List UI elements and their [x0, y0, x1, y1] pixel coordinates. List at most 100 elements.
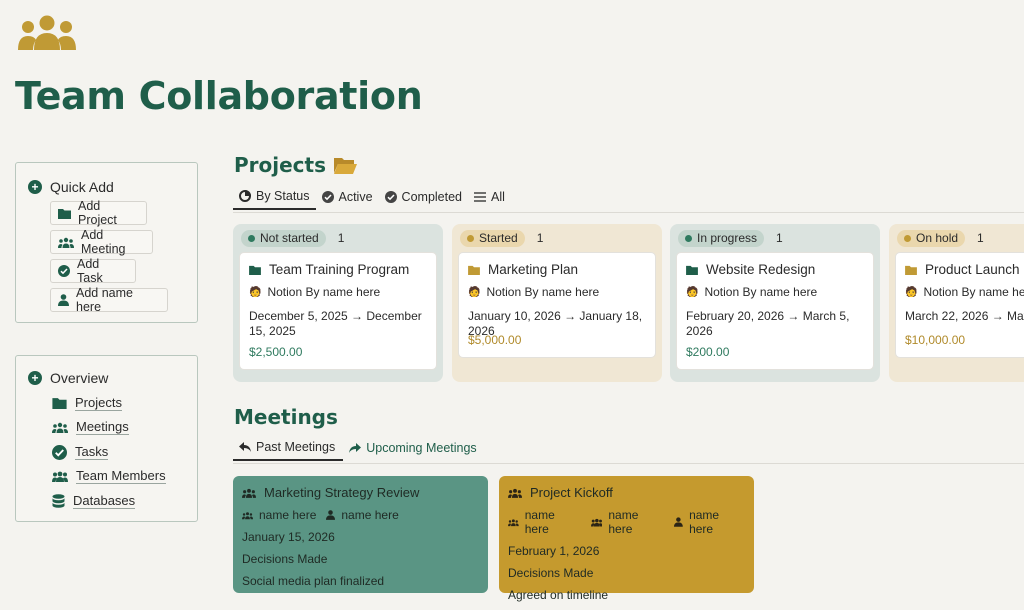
project-budget: $200.00: [686, 345, 730, 359]
overview-item-label: Meetings: [76, 419, 129, 435]
overview-item-label: Projects: [75, 395, 122, 411]
project-owner: Notion By name here: [486, 285, 600, 299]
attendee-name: name here: [259, 508, 317, 522]
check-circle-icon: [52, 444, 67, 460]
board-column-not-started: Not started 1 Team Training Program 🧑 Not…: [233, 224, 443, 382]
notion-avatar-icon: 🧑: [686, 286, 699, 298]
meetings-title: Meetings: [234, 405, 338, 429]
people-icon: [508, 488, 522, 498]
tab-label: Past Meetings: [256, 440, 336, 454]
add-name-button[interactable]: Add name here: [50, 286, 168, 314]
overview-item-projects[interactable]: Projects: [52, 395, 122, 411]
quick-add-header: + Quick Add: [28, 179, 114, 195]
tab-label: Upcoming Meetings: [366, 441, 477, 455]
project-title: Website Redesign: [706, 262, 816, 277]
project-card[interactable]: Team Training Program 🧑 Notion By name he…: [239, 252, 437, 370]
status-badge: Started: [460, 229, 525, 247]
projects-title-text: Projects: [234, 153, 327, 177]
meeting-date: January 15, 2026: [242, 530, 335, 544]
project-owner: Notion By name here: [267, 285, 381, 299]
project-title: Team Training Program: [269, 262, 410, 277]
projects-title: Projects: [234, 153, 358, 177]
add-name-label: Add name here: [76, 286, 133, 314]
meeting-decision: Social media plan finalized: [242, 574, 385, 588]
project-title: Product Launch: [925, 262, 1020, 277]
project-card[interactable]: Product Launch 🧑 Notion By name here Marc…: [895, 252, 1024, 358]
person-icon: [326, 510, 336, 520]
tab-past-meetings[interactable]: Past Meetings: [233, 435, 344, 461]
attendee-name: name here: [341, 508, 399, 522]
tab-active[interactable]: Active: [316, 184, 379, 210]
attendee-name: name here: [689, 508, 720, 536]
status-label: On hold: [916, 231, 959, 245]
meetings-tabs: Past Meetings Upcoming Meetings: [233, 435, 483, 461]
project-owner: Notion By name here: [704, 285, 818, 299]
database-icon: [52, 494, 65, 508]
people-icon: [242, 511, 253, 519]
tab-all[interactable]: All: [468, 184, 511, 210]
overview-item-databases[interactable]: Databases: [52, 493, 136, 509]
add-task-button[interactable]: Add Task: [50, 257, 136, 285]
overview-item-meetings[interactable]: Meetings: [52, 419, 129, 435]
meeting-card[interactable]: Project Kickoff name here name here name…: [499, 476, 754, 602]
plus-circle-icon: +: [28, 180, 42, 194]
status-badge: In progress: [678, 229, 765, 247]
decisions-label: Decisions Made: [508, 566, 594, 580]
attendee-name: name here: [524, 508, 555, 536]
tab-label: By Status: [256, 189, 310, 203]
status-label: Started: [479, 231, 518, 245]
project-budget: $10,000.00: [905, 333, 966, 347]
meetings-tabs-divider: [233, 463, 1024, 464]
add-project-label: Add Project: [78, 199, 117, 227]
notion-avatar-icon: 🧑: [249, 286, 262, 298]
folder-icon: [249, 265, 261, 275]
add-project-button[interactable]: Add Project: [50, 199, 147, 227]
overview-item-label: Databases: [73, 493, 136, 509]
overview-item-label: Tasks: [75, 444, 109, 460]
folder-icon: [58, 208, 71, 219]
project-card[interactable]: Marketing Plan 🧑 Notion By name here Janu…: [458, 252, 656, 358]
list-icon: [474, 192, 486, 202]
project-dates: February 20, 2026 → March 5, 2026: [686, 309, 850, 338]
quick-add-title: Quick Add: [50, 179, 114, 195]
tab-label: Active: [338, 190, 373, 204]
team-icon: [590, 518, 603, 527]
status-badge: On hold: [897, 229, 966, 247]
meeting-card[interactable]: Marketing Strategy Review name here name…: [233, 476, 488, 593]
tab-upcoming-meetings[interactable]: Upcoming Meetings: [343, 435, 482, 461]
add-meeting-button[interactable]: Add Meeting: [50, 228, 153, 256]
overview-header: + Overview: [28, 370, 108, 386]
reply-arrow-icon: [239, 442, 251, 452]
notion-avatar-icon: 🧑: [468, 286, 481, 298]
status-label: In progress: [697, 231, 758, 245]
project-card[interactable]: Website Redesign 🧑 Notion By name here Fe…: [676, 252, 874, 370]
tab-by-status[interactable]: By Status: [233, 184, 316, 210]
people-icon: [242, 488, 256, 498]
status-label: Not started: [260, 231, 319, 245]
tab-label: All: [491, 190, 505, 204]
folder-icon: [905, 265, 917, 275]
people-icon: [508, 518, 519, 526]
overview-item-team-members[interactable]: Team Members: [52, 468, 166, 484]
board-column-on-hold: On hold 1 Product Launch 🧑 Notion By name…: [889, 224, 1024, 382]
folder-icon: [52, 398, 67, 409]
projects-tabs: By Status Active Completed All: [233, 184, 511, 210]
project-budget: $5,000.00: [468, 333, 522, 347]
add-task-label: Add Task: [77, 257, 103, 285]
people-icon: [52, 422, 68, 433]
person-icon: [58, 294, 69, 306]
status-count: 1: [776, 231, 783, 245]
tab-label: Completed: [401, 190, 462, 204]
attendee-name: name here: [608, 508, 639, 536]
overview-item-tasks[interactable]: Tasks: [52, 444, 109, 460]
board-column-in-progress: In progress 1 Website Redesign 🧑 Notion B…: [670, 224, 880, 382]
tab-completed[interactable]: Completed: [379, 184, 468, 210]
people-icon: [58, 237, 74, 248]
forward-arrow-icon: [349, 443, 362, 453]
status-count: 1: [337, 231, 345, 245]
person-icon: [674, 517, 684, 527]
quick-add-panel: + Quick Add Add Project Add Meeting Add …: [15, 162, 198, 323]
board-column-started: Started 1 Marketing Plan 🧑 Notion By name…: [452, 224, 662, 382]
meeting-decision: Agreed on timeline: [508, 588, 609, 602]
project-dates: December 5, 2025 → December 15, 2025: [249, 309, 422, 338]
